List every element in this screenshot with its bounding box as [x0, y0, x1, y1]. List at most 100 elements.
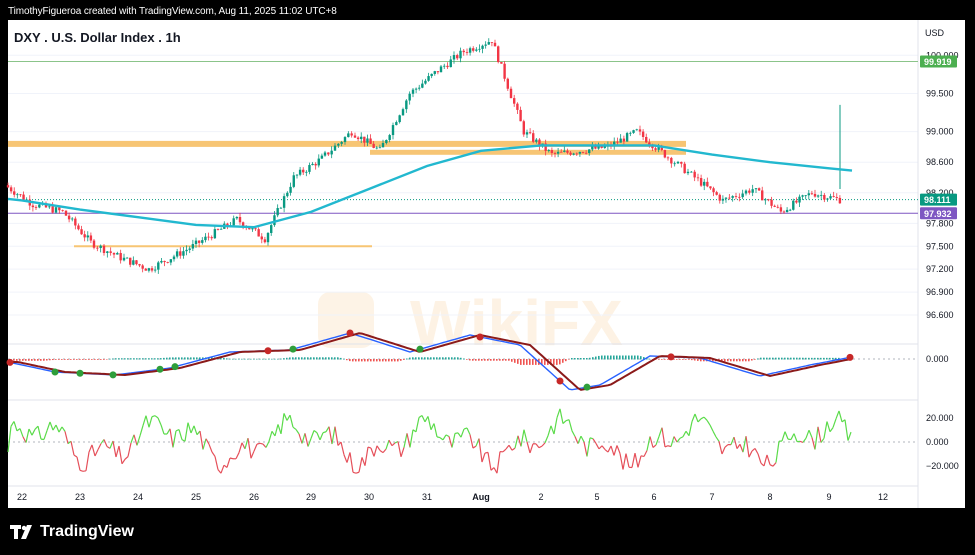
oscillator-segment: [631, 453, 636, 468]
candle-body: [125, 257, 129, 259]
macd-histogram-bar: [553, 359, 555, 365]
macd-histogram-bar: [187, 357, 189, 360]
candle-body: [144, 268, 147, 271]
macd-histogram-bar: [826, 357, 828, 360]
candle-body: [475, 49, 478, 51]
oscillator-segment: [526, 441, 531, 454]
macd-histogram-bar: [151, 358, 153, 360]
chart-svg[interactable]: WikiFX 100.00099.50099.00098.60098.20097…: [0, 0, 975, 555]
oscillator-segment: [577, 435, 582, 444]
oscillator-segment: [112, 440, 117, 458]
macd-histogram-bar: [97, 359, 99, 360]
oscillator-segment: [292, 426, 297, 430]
macd-histogram-bar: [67, 359, 69, 360]
candle-body: [436, 71, 440, 73]
oscillator-segment: [535, 443, 540, 449]
oscillator-segment: [202, 438, 207, 450]
macd-histogram-bar: [247, 358, 249, 360]
low-zone: [74, 245, 372, 248]
candle-body: [216, 229, 220, 230]
symbol-title[interactable]: DXY . U.S. Dollar Index . 1h: [14, 30, 181, 45]
macd-histogram-bar: [178, 357, 180, 360]
macd-histogram-bar: [628, 355, 630, 360]
candle-body: [260, 236, 263, 240]
macd-histogram-bar: [136, 358, 138, 360]
macd-histogram-bar: [121, 358, 123, 360]
macd-histogram-bar: [28, 359, 30, 361]
candle-body: [785, 209, 789, 212]
chart-moving-average: [7, 144, 853, 229]
candle-body: [254, 228, 257, 230]
time-tick-label: 5: [594, 492, 599, 502]
macd-histogram-bar: [82, 359, 84, 360]
candle-body: [810, 193, 814, 195]
macd-histogram-bar: [523, 359, 525, 365]
macd-histogram-bar: [61, 359, 63, 360]
oscillator-segment: [715, 436, 720, 442]
macd-histogram-bar: [325, 357, 327, 360]
oscillator-segment: [241, 442, 246, 450]
candle-body: [635, 129, 638, 131]
candle-body: [141, 265, 144, 269]
oscillator-segment: [442, 434, 447, 441]
candle-body: [666, 157, 670, 159]
macd-histogram-bar: [103, 359, 105, 360]
price-axis[interactable]: 100.00099.50099.00098.60098.20097.80097.…: [920, 50, 959, 471]
candle-body: [388, 135, 391, 140]
candle-body: [391, 125, 395, 136]
macd-histogram-bar: [457, 357, 459, 360]
candle-body: [757, 188, 761, 191]
candle-body: [61, 210, 64, 212]
oscillator-segment: [274, 424, 279, 437]
oscillator-segment: [655, 436, 660, 446]
macd-histogram-bar: [85, 359, 87, 360]
candle-body: [150, 268, 154, 271]
candle-body: [465, 52, 469, 53]
candle-body: [353, 135, 357, 138]
macd-histogram-bar: [526, 359, 528, 365]
currency-label[interactable]: USD: [925, 28, 944, 38]
macd-histogram-bar: [388, 359, 390, 362]
oscillator-segment: [253, 443, 258, 452]
candle-body: [449, 59, 452, 68]
candle-body: [347, 133, 350, 138]
macd-histogram-bar: [592, 357, 594, 360]
macd-histogram-bar: [421, 357, 423, 360]
candle-body: [670, 157, 673, 164]
macd-histogram-bar: [409, 357, 411, 360]
macd-histogram-bar: [502, 359, 504, 361]
macd-histogram-bar: [778, 357, 780, 360]
chart-grid: [8, 20, 919, 508]
macd-histogram-bar: [76, 359, 78, 360]
macd-cross-dot-green: [171, 363, 179, 371]
candle-body: [813, 193, 817, 197]
macd-histogram-bar: [685, 359, 687, 360]
candle-body: [625, 133, 629, 142]
time-axis[interactable]: 22 23 24 25 26 29 30 31 Aug 2 5 6 7 8 9 12: [17, 492, 888, 502]
macd-histogram-bar: [610, 355, 612, 360]
candle-body: [83, 234, 86, 238]
oscillator-segment: [415, 417, 420, 433]
oscillator-segment: [376, 445, 381, 451]
macd-histogram-bar: [64, 359, 66, 360]
candle-body: [185, 249, 188, 252]
macd-histogram-bar: [79, 359, 81, 360]
oscillator-segment: [109, 440, 114, 449]
macd-histogram-bar: [694, 359, 696, 361]
candle-body: [820, 194, 823, 196]
oscillator-segment: [55, 424, 60, 433]
candle-body: [703, 181, 706, 186]
macd-histogram-bar: [478, 359, 480, 361]
candle-body: [80, 229, 83, 235]
oscillator-segment: [724, 444, 729, 448]
oscillator-segment: [151, 415, 156, 418]
oscillator-segment: [766, 454, 771, 465]
macd-histogram-bar: [400, 359, 402, 361]
macd-histogram-bar: [511, 359, 513, 362]
candle-body: [748, 190, 751, 193]
oscillator-segment: [622, 453, 627, 470]
oscillator-segment: [769, 464, 774, 467]
candle-body: [734, 196, 738, 197]
macd-histogram-bar: [796, 357, 798, 360]
candle-body: [411, 89, 415, 94]
